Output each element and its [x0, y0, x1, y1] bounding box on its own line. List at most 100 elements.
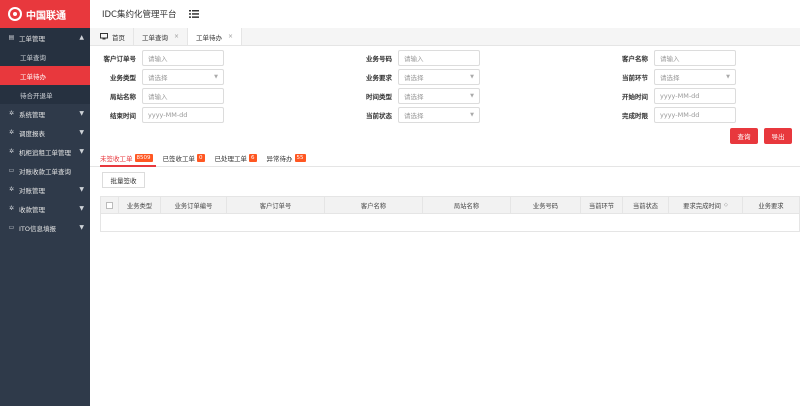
business-req-select[interactable]: 请选择 ▼	[398, 69, 480, 85]
customer-order-no-input[interactable]: 请输入	[142, 50, 224, 66]
field-label: 局站名称	[110, 93, 136, 101]
sidebar-item-ito[interactable]: ▭ ITO信息填报 ▼	[0, 218, 90, 237]
current-status-select[interactable]: 请选择 ▼	[398, 107, 480, 123]
close-icon[interactable]: ×	[228, 33, 233, 40]
sidebar-item-label: 收款管理	[19, 205, 45, 214]
select-value: 请选择	[404, 93, 424, 101]
sidebar-item-reconciliation[interactable]: ✲ 对账管理 ▼	[0, 180, 90, 199]
tab-label: 工单待办	[196, 33, 223, 42]
export-button[interactable]: 导出	[764, 128, 792, 144]
column-header[interactable]: 业务订单编号	[161, 197, 227, 213]
field-label: 当前环节	[622, 74, 648, 82]
tab-unsigned-orders[interactable]: 未签收工单 8509	[100, 153, 153, 163]
field-business-no: 业务号码 请输入	[348, 50, 480, 66]
field-site-name: 局站名称 请输入	[92, 88, 224, 104]
brand-logo[interactable]: 中国联通	[0, 0, 90, 28]
chevron-down-icon: ▼	[79, 129, 84, 136]
column-header[interactable]: 客户订单号	[227, 197, 325, 213]
field-label: 客户名称	[622, 55, 648, 63]
status-tabs: 未签收工单 8509 已签收工单 0 已处理工单 6 异常待办 55	[100, 150, 316, 166]
sidebar-item-pending-return[interactable]: 待合开退单	[0, 85, 90, 104]
sidebar-item-dispatch-report[interactable]: ✲ 调度报表 ▼	[0, 123, 90, 142]
tab-order-todo[interactable]: 工单待办 ×	[188, 28, 243, 45]
tab-signed-orders[interactable]: 已签收工单 0	[163, 153, 205, 163]
tab-label: 异常待办	[266, 155, 293, 163]
field-end-time: 结束时间 yyyy-MM-dd	[92, 107, 224, 123]
chevron-down-icon: ▼	[79, 205, 84, 212]
tab-order-query[interactable]: 工单查询 ×	[134, 28, 189, 45]
query-button[interactable]: 查询	[730, 128, 758, 144]
sidebar-item-reconciliation-query[interactable]: ▭ 对账收款工单查询	[0, 161, 90, 180]
business-no-input[interactable]: 请输入	[398, 50, 480, 66]
chevron-down-icon: ▼	[470, 74, 474, 80]
column-header[interactable]: 业务号码	[511, 197, 581, 213]
sidebar-item-order-todo[interactable]: 工单待办	[0, 66, 90, 85]
sidebar-item-system[interactable]: ✲ 系统管理 ▼	[0, 104, 90, 123]
field-label: 开始时间	[622, 93, 648, 101]
field-label: 业务类型	[110, 74, 136, 82]
active-tab-indicator	[100, 165, 156, 167]
tab-home[interactable]: 首页	[90, 28, 134, 45]
select-all-cell	[101, 197, 119, 213]
gear-icon: ✲	[8, 205, 15, 212]
table-body-empty	[101, 214, 799, 231]
folder-icon: ▤	[8, 34, 15, 41]
sort-icon[interactable]: ◇	[724, 202, 728, 208]
list-icon[interactable]	[188, 10, 199, 18]
select-value: 请选择	[404, 74, 424, 82]
batch-sign-button[interactable]: 批量签收	[102, 172, 145, 188]
field-label: 业务号码	[366, 55, 392, 63]
column-header[interactable]: 业务类型	[119, 197, 161, 213]
top-header: IDC集约化管理平台	[90, 0, 800, 28]
column-header[interactable]: 业务要求	[743, 197, 799, 213]
column-header-sortable[interactable]: 要求完成时间 ◇	[669, 197, 743, 213]
sidebar-item-label: 工单管理	[19, 34, 45, 43]
field-label: 结束时间	[110, 112, 136, 120]
chevron-down-icon: ▼	[79, 224, 84, 231]
chevron-down-icon: ▼	[79, 186, 84, 193]
sidebar-item-cabinet-rental[interactable]: ✲ 机柜追租工单管理 ▼	[0, 142, 90, 161]
sidebar-item-collection[interactable]: ✲ 收款管理 ▼	[0, 199, 90, 218]
chevron-up-icon: ▲	[79, 34, 84, 41]
count-badge: 6	[249, 154, 257, 162]
column-label: 要求完成时间	[683, 202, 721, 210]
chevron-down-icon: ▼	[470, 93, 474, 99]
tab-label: 工单查询	[142, 33, 168, 42]
tab-label: 已处理工单	[214, 155, 248, 163]
business-type-select[interactable]: 请选择 ▼	[142, 69, 224, 85]
sidebar-item-order-management[interactable]: ▤ 工单管理 ▲	[0, 28, 90, 47]
tab-label: 未签收工单	[100, 155, 133, 163]
column-header[interactable]: 客户名称	[325, 197, 423, 213]
tab-processed-orders[interactable]: 已处理工单 6	[215, 153, 257, 163]
select-value: 请选择	[660, 74, 680, 82]
table-header: 业务类型 业务订单编号 客户订单号 客户名称 局站名称 业务号码 当前环节 当前…	[101, 197, 799, 214]
column-header[interactable]: 当前环节	[581, 197, 623, 213]
current-stage-select[interactable]: 请选择 ▼	[654, 69, 736, 85]
site-name-input[interactable]: 请输入	[142, 88, 224, 104]
gear-icon: ✲	[8, 129, 15, 136]
select-value: 请选择	[404, 112, 424, 120]
customer-name-input[interactable]: 请输入	[654, 50, 736, 66]
select-value: 请选择	[148, 74, 168, 82]
select-all-checkbox[interactable]	[106, 201, 113, 209]
column-header[interactable]: 当前状态	[623, 197, 669, 213]
column-header[interactable]: 局站名称	[423, 197, 511, 213]
unicom-logo-icon	[8, 7, 22, 21]
sidebar-item-label: ITO信息填报	[19, 224, 57, 233]
close-icon[interactable]: ×	[174, 33, 179, 40]
sidebar-item-label: 对账收款工单查询	[19, 167, 71, 176]
brand-name: 中国联通	[26, 10, 66, 22]
sidebar: 中国联通 ▤ 工单管理 ▲ 工单查询 工单待办 待合开退单 ✲ 系统管理 ▼ ✲…	[0, 0, 90, 406]
tab-label: 首页	[112, 33, 125, 42]
doc-icon: ▭	[8, 167, 15, 174]
start-time-input[interactable]: yyyy-MM-dd	[654, 88, 736, 104]
page-title: IDC集约化管理平台	[102, 10, 177, 20]
sidebar-item-label: 调度报表	[19, 129, 45, 138]
time-type-select[interactable]: 请选择 ▼	[398, 88, 480, 104]
end-time-input[interactable]: yyyy-MM-dd	[142, 107, 224, 123]
sidebar-item-order-query[interactable]: 工单查询	[0, 47, 90, 66]
field-customer-order-no: 客户订单号 请输入	[92, 50, 224, 66]
deadline-input[interactable]: yyyy-MM-dd	[654, 107, 736, 123]
page-tabs: 首页 工单查询 × 工单待办 ×	[90, 28, 800, 46]
tab-exception-todo[interactable]: 异常待办 55	[267, 153, 306, 163]
